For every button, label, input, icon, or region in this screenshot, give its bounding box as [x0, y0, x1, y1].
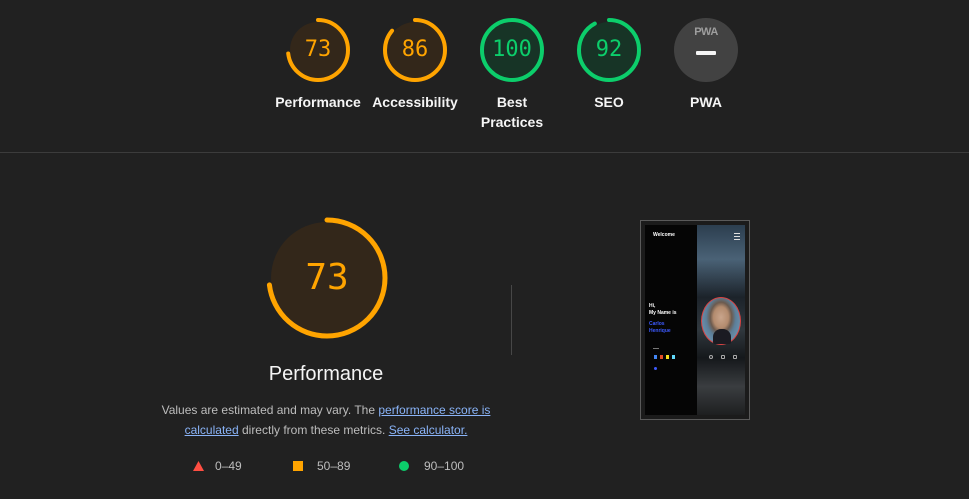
legend-range: 50–89	[317, 459, 351, 473]
triangle-icon	[193, 461, 204, 471]
email-icon	[721, 355, 725, 359]
description-text: directly from these metrics.	[238, 423, 389, 437]
dot-icon	[654, 367, 657, 370]
performance-score: 73	[305, 257, 349, 298]
gauge-score: 100	[492, 37, 532, 62]
square-icon	[293, 461, 303, 471]
gauge-accessibility[interactable]: 86 Accessibility	[365, 16, 465, 112]
legend-range: 90–100	[424, 459, 465, 473]
name-line: Henrique	[649, 328, 671, 334]
linkedin-icon	[733, 355, 737, 359]
tech-icon	[654, 355, 657, 359]
greeting-line: Hi,	[649, 303, 656, 309]
name-line: Carlos	[649, 321, 665, 327]
pwa-badge-text: PWA	[694, 26, 718, 38]
gauge-score: 92	[595, 37, 623, 62]
screenshot-name: Carlos Henrique	[649, 321, 671, 335]
gauge-label: Performance	[275, 94, 361, 110]
tech-icon	[672, 355, 675, 359]
description-text: Values are estimated and may vary. The	[161, 403, 379, 417]
section-divider	[0, 152, 969, 153]
performance-description: Values are estimated and may vary. The p…	[156, 400, 496, 440]
page-screenshot-thumbnail[interactable]: Welcome Hi, My Name is Carlos Henrique	[640, 220, 750, 420]
pwa-dash-icon	[696, 51, 716, 55]
gauge-score: 86	[401, 37, 429, 62]
legend-range: 0–49	[215, 459, 242, 473]
gauge-seo[interactable]: 92 SEO	[559, 16, 659, 112]
vertical-divider	[511, 285, 512, 355]
hamburger-menu-icon	[734, 233, 740, 240]
screenshot-welcome: Welcome	[653, 232, 675, 238]
category-gauges: 73 Performance 86 Accessibility 100 Best…	[0, 0, 969, 152]
avatar	[701, 297, 741, 345]
performance-title: Performance	[268, 363, 384, 385]
gauge-score: 73	[304, 37, 332, 62]
gauge-label: Accessibility	[372, 94, 458, 110]
tech-icon	[666, 355, 669, 359]
screenshot-content: Welcome Hi, My Name is Carlos Henrique	[645, 225, 745, 415]
gauge-label: SEO	[594, 94, 624, 110]
divider-line	[653, 348, 659, 349]
gauge-best-practices[interactable]: 100 Best Practices	[462, 16, 562, 132]
performance-gauge: 73	[265, 216, 389, 340]
gauge-label: PWA	[690, 94, 722, 110]
gauge-label: Best Practices	[480, 94, 544, 130]
gauge-performance[interactable]: 73 Performance	[268, 16, 368, 112]
see-calculator-link[interactable]: See calculator.	[389, 423, 468, 437]
github-icon	[709, 355, 713, 359]
gauge-pwa[interactable]: PWA PWA	[656, 16, 756, 112]
greeting-line: My Name is	[649, 310, 677, 316]
tech-icon	[660, 355, 663, 359]
circle-icon	[399, 461, 409, 471]
screenshot-greeting: Hi, My Name is	[649, 303, 677, 317]
